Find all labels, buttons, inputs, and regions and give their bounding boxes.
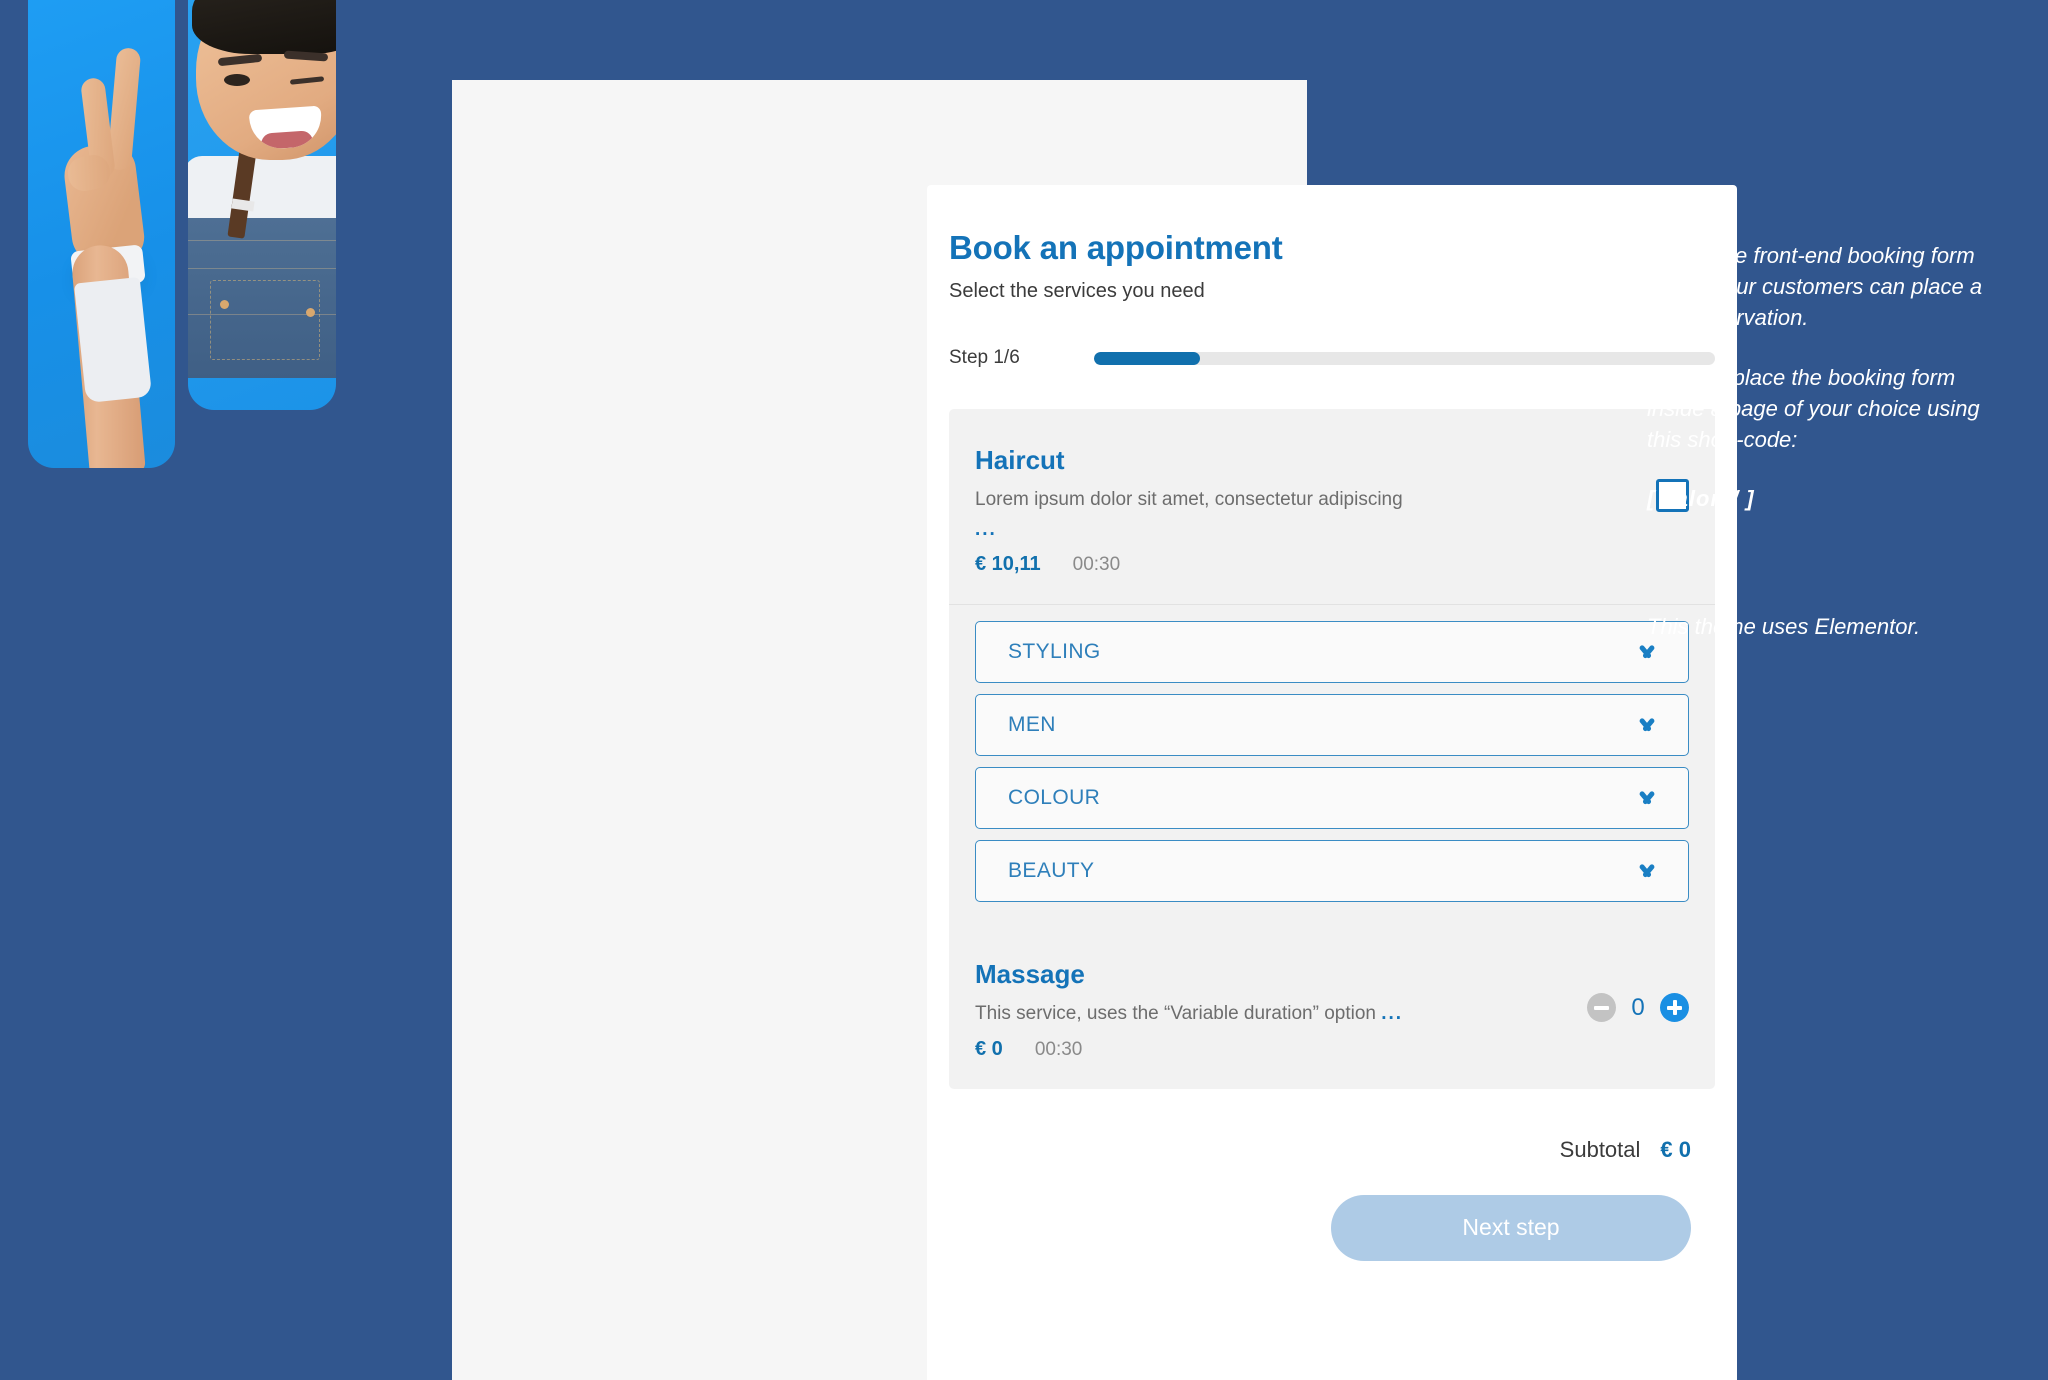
annotation-column: This is the front-end booking form where… [1647, 240, 2007, 670]
subtotal-row: Subtotal € 0 [949, 1089, 1715, 1163]
eye-winking [289, 76, 325, 85]
annotation-paragraph-1: This is the front-end booking form where… [1647, 243, 1983, 331]
eyebrow-left [217, 53, 263, 67]
service-description: This service, uses the “Variable duratio… [975, 1001, 1567, 1027]
service-description-text: Lorem ipsum dolor sit amet, consectetur … [975, 489, 1403, 510]
category-accordion-styling[interactable]: STYLING [975, 621, 1689, 684]
next-step-button[interactable]: Next step [1331, 1194, 1691, 1261]
minus-icon [1594, 1005, 1609, 1010]
denim-rivet [306, 308, 315, 317]
progress-row: Step 1/6 [949, 347, 1715, 369]
denim-rivet [220, 300, 229, 309]
chevron-down-icon [1636, 719, 1658, 732]
page-title: Book an appointment [949, 229, 1283, 266]
service-price: € 10,11 [975, 553, 1041, 576]
service-meta: € 0 00:30 [975, 1038, 1567, 1061]
denim-overalls [188, 218, 336, 378]
chevron-down-icon [1636, 792, 1658, 805]
person-hair [192, 0, 336, 54]
category-accordion-beauty[interactable]: BEAUTY [975, 840, 1689, 903]
category-label: COLOUR [1008, 786, 1101, 810]
service-item-massage[interactable]: Massage This service, uses the “Variable… [949, 923, 1715, 1089]
service-price: € 0 [975, 1037, 1003, 1060]
quantity-stepper: 0 [1587, 993, 1689, 1023]
category-label: STYLING [1008, 640, 1101, 664]
category-label: BEAUTY [1008, 859, 1095, 883]
service-description-text: This service, uses the “Variable duratio… [975, 1003, 1376, 1025]
service-meta: € 10,11 00:30 [975, 553, 1636, 576]
category-accordion-colour[interactable]: COLOUR [975, 767, 1689, 830]
service-name: Haircut [975, 445, 1065, 475]
decrease-quantity-button[interactable] [1587, 993, 1616, 1023]
photo-panel-right [188, 0, 336, 410]
services-panel: Haircut Lorem ipsum dolor sit amet, cons… [949, 409, 1715, 1089]
service-duration: 00:30 [1072, 554, 1121, 576]
eye-open [224, 74, 250, 86]
read-more-link[interactable]: ... [1381, 1003, 1403, 1024]
smiling-mouth [248, 105, 324, 151]
service-description: Lorem ipsum dolor sit amet, consectetur … [975, 487, 1636, 542]
progress-fill [1094, 351, 1200, 365]
shirt-sleeve [73, 276, 153, 404]
hero-photo-collage [0, 0, 345, 475]
plus-icon-vertical [1672, 1000, 1677, 1016]
annotation-paragraph-3: This theme uses Elementor. [1647, 613, 1921, 639]
service-duration: 00:30 [1034, 1038, 1083, 1060]
step-label: Step 1/6 [949, 347, 1020, 368]
quantity-value: 0 [1631, 993, 1645, 1021]
subtotal-value: € 0 [1660, 1136, 1691, 1162]
next-step-row: Next step [949, 1163, 1715, 1261]
booking-form-card: Book an appointment Select the services … [927, 185, 1737, 1380]
increase-quantity-button[interactable] [1660, 993, 1689, 1023]
service-categories-list: STYLING MEN COLOUR BEAUTY [949, 605, 1715, 923]
subtotal-label: Subtotal [1559, 1136, 1641, 1162]
category-label: MEN [1008, 713, 1056, 737]
person-face [192, 0, 336, 160]
service-item-haircut[interactable]: Haircut Lorem ipsum dolor sit amet, cons… [949, 409, 1715, 606]
chevron-down-icon [1636, 865, 1658, 878]
category-accordion-men[interactable]: MEN [975, 694, 1689, 757]
service-name: Massage [975, 959, 1085, 990]
booking-form-outer-frame: Book an appointment Select the services … [452, 80, 1737, 1380]
read-more-link[interactable]: ... [975, 517, 1636, 543]
progress-track [1094, 351, 1715, 365]
eyebrow-right [283, 50, 329, 62]
annotation-paragraph-2: You can place the booking form inside a … [1647, 364, 1980, 453]
page-subtitle: Select the services you need [949, 280, 1205, 302]
photo-panel-left [28, 0, 175, 468]
annotation-shortcode: [ salon / ] [1647, 486, 1755, 512]
